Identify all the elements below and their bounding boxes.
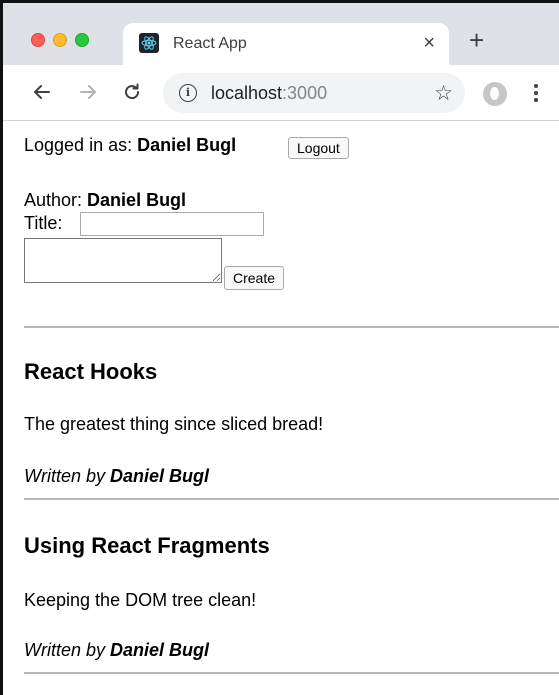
tab-close-icon[interactable]: × [423,32,435,55]
react-favicon-icon [139,33,159,53]
browser-window: React App × + i localhost:3000 ☆ Logged … [0,0,559,695]
author-prefix: Author: [24,190,88,210]
profile-avatar-icon[interactable] [483,82,507,106]
title-input[interactable] [80,212,264,236]
post-author: Daniel Bugl [110,640,210,660]
title-label: Title: [24,213,63,233]
close-window-icon[interactable] [31,33,45,47]
tab-title: React App [173,35,247,52]
post-author-line: Written by Daniel Bugl [24,466,209,487]
tab-react-app[interactable]: React App × [123,23,449,65]
url-host: localhost [211,83,283,103]
post-title: React Hooks [24,359,158,384]
address-bar[interactable]: i localhost:3000 ☆ [163,73,465,113]
minimize-window-icon[interactable] [53,33,67,47]
author-name: Daniel Bugl [87,190,187,210]
login-status: Logged in as: Daniel Bugl [24,135,236,156]
post-title: Using React Fragments [24,533,270,558]
author-line: Author: Daniel Bugl [24,190,186,211]
back-arrow-icon[interactable] [29,79,55,105]
content-textarea[interactable] [24,238,222,283]
post-content: The greatest thing since sliced bread! [24,414,324,434]
browser-toolbar: i localhost:3000 ☆ [3,65,559,121]
tab-strip: React App × + [3,3,559,65]
form-divider [24,326,559,328]
bookmark-star-icon[interactable]: ☆ [434,81,453,106]
info-icon[interactable]: i [179,84,197,102]
reload-icon[interactable] [119,79,145,105]
zoom-window-icon[interactable] [75,33,89,47]
login-prefix: Logged in as: [24,135,138,155]
post-author: Daniel Bugl [110,466,210,486]
post-content: Keeping the DOM tree clean! [24,590,257,610]
written-by-prefix: Written by [24,640,111,660]
logout-button[interactable]: Logout [288,137,349,159]
forward-arrow-icon[interactable] [75,79,101,105]
logged-in-user: Daniel Bugl [137,135,237,155]
url-text[interactable]: localhost:3000 [211,83,327,104]
post-divider [24,672,559,674]
written-by-prefix: Written by [24,466,111,486]
url-port: :3000 [282,83,328,103]
post-author-line: Written by Daniel Bugl [24,640,209,661]
more-menu-icon[interactable] [533,84,539,104]
post-divider [24,498,559,500]
page-content: Logged in as: Daniel Bugl Logout Author:… [6,122,559,695]
new-tab-icon[interactable]: + [469,25,484,55]
create-button[interactable]: Create [224,266,285,290]
